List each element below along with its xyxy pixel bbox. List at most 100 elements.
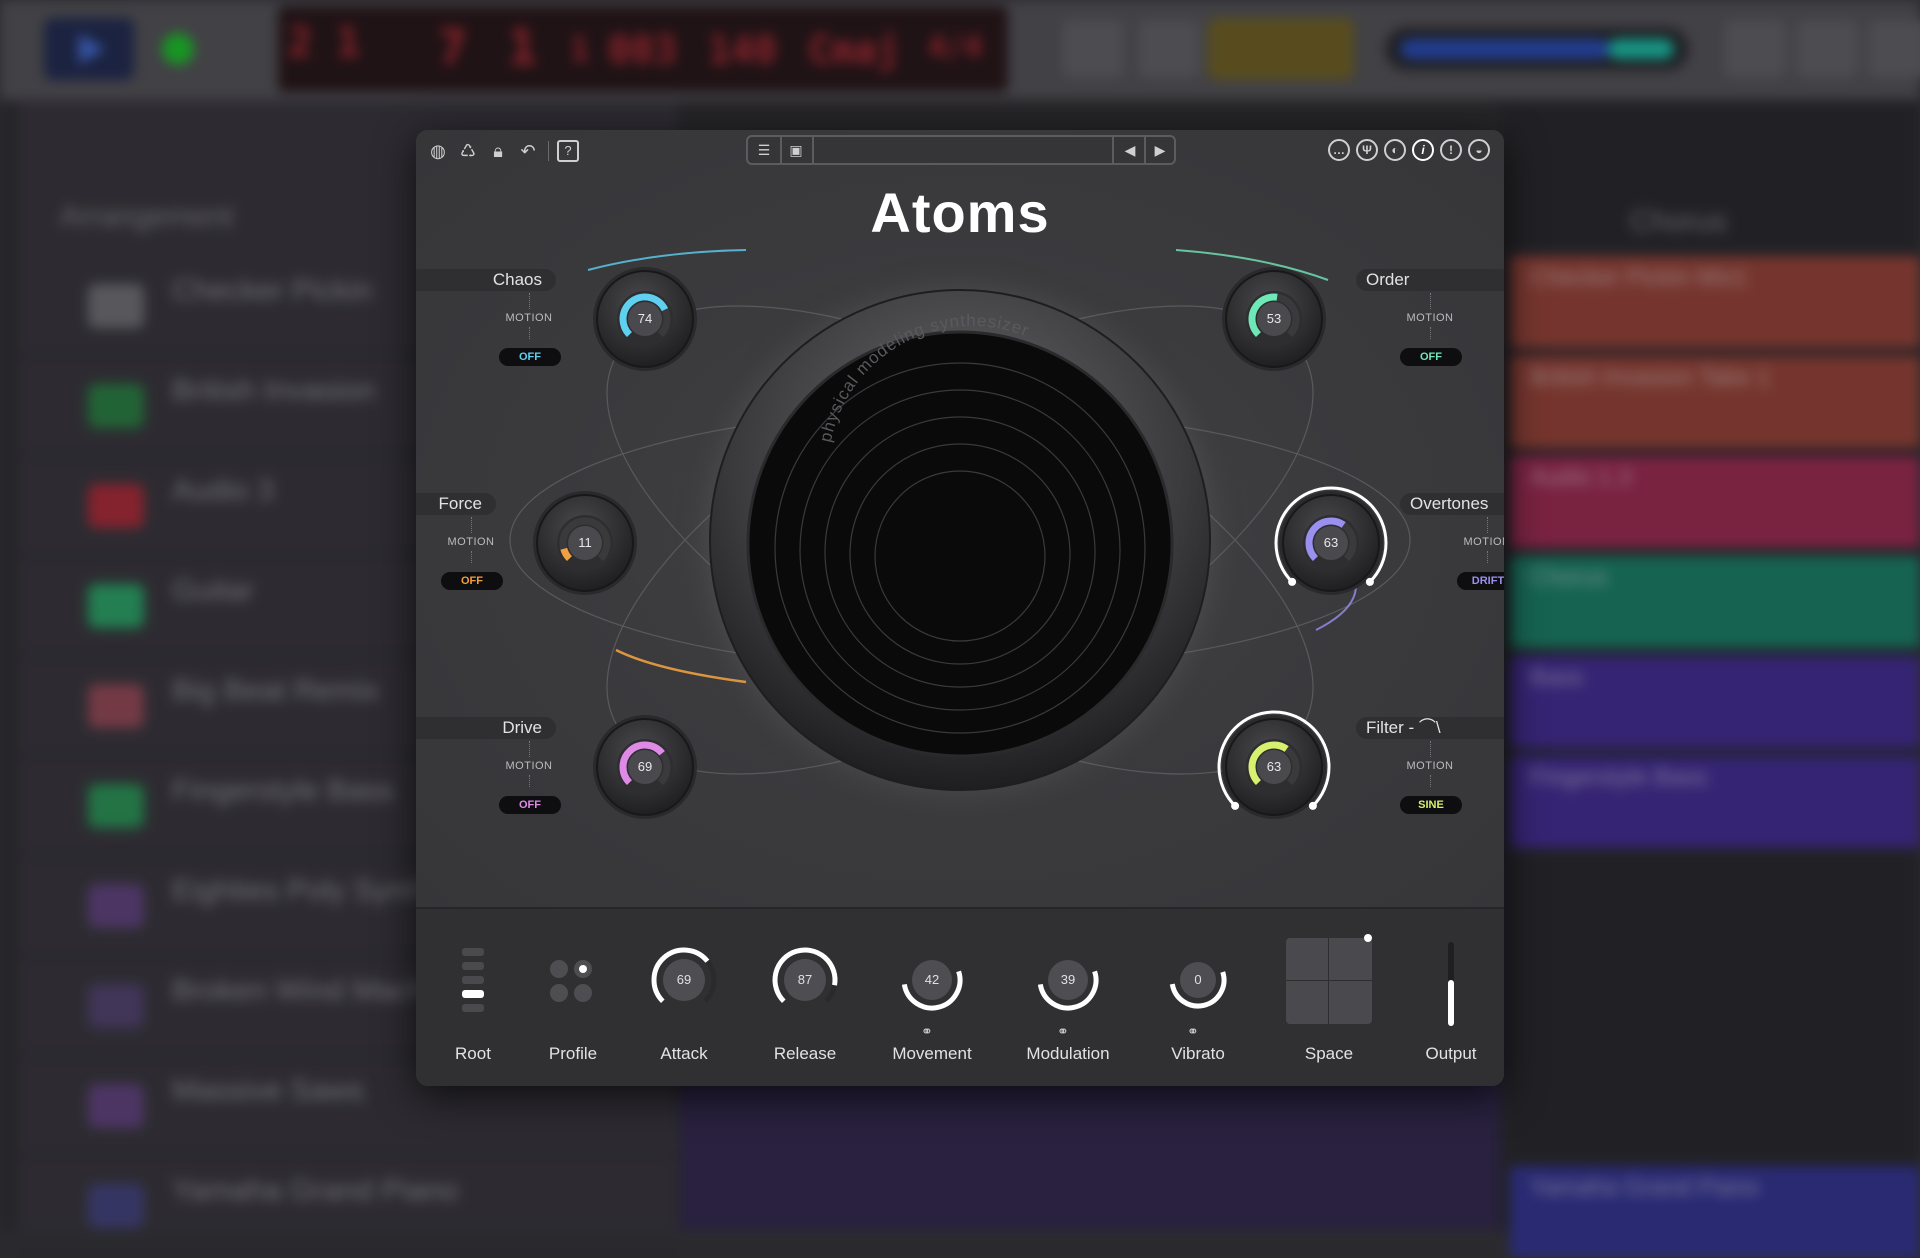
- movement-link-icon[interactable]: ⚭: [921, 1023, 933, 1040]
- overtones-motion-mode[interactable]: DRIFT: [1457, 572, 1504, 590]
- attack-value: 69: [676, 972, 692, 987]
- release-knob[interactable]: 87: [765, 940, 845, 1020]
- modulation-link-icon[interactable]: ⚭: [1057, 1023, 1069, 1040]
- order-motion-label: MOTION: [1406, 312, 1454, 324]
- overtones-motion-label: MOTION: [1463, 536, 1505, 548]
- chaos-value: 74: [637, 311, 653, 326]
- sphere-core: [746, 330, 1174, 758]
- filter-value: 63: [1266, 759, 1282, 774]
- atoms-plugin-window: ◍ ♺ 🔒︎ ↶ ? ☰ ▣ ◀ ▶ … Ψ ◐ i ! ◒ Atoms phy…: [416, 130, 1504, 1086]
- track-name: Massive Saws: [172, 1074, 364, 1107]
- vibrato-value: 0: [1194, 972, 1202, 987]
- region-clip[interactable]: Bass: [1510, 656, 1920, 748]
- modulation-knob[interactable]: 39: [1028, 940, 1108, 1020]
- modulation-label: Modulation: [1026, 1044, 1110, 1063]
- overtones-knob[interactable]: 63: [1271, 483, 1391, 603]
- clip-name: Checker Pickin Mix1: [1530, 264, 1748, 291]
- track-icon: [88, 284, 144, 328]
- count-in-button[interactable]: [1208, 18, 1354, 80]
- release-label: Release: [773, 1044, 837, 1063]
- toolbar-button[interactable]: [1062, 20, 1124, 78]
- drive-motion-mode[interactable]: OFF: [499, 796, 561, 814]
- drive-motion-label: MOTION: [505, 760, 553, 772]
- track-icon: [88, 1184, 144, 1228]
- divider: [529, 775, 531, 787]
- track-icon: [88, 384, 144, 428]
- clip-name: Chorus: [1530, 564, 1608, 591]
- daw-toolbar: 2 1 7 1 1 003 140 Cmaj 4/4: [0, 0, 1920, 100]
- force-value: 11: [578, 535, 592, 550]
- movement-value: 42: [924, 972, 940, 987]
- lcd-sub: 1: [570, 30, 590, 68]
- divider: [1487, 517, 1489, 533]
- track-name: British Invasion: [172, 374, 376, 407]
- overtones-label: Overtones: [1400, 493, 1504, 515]
- profile-selector[interactable]: [550, 960, 596, 1006]
- root-selector[interactable]: [462, 948, 484, 1018]
- region-clip[interactable]: Chorus: [1510, 556, 1920, 648]
- track-icon: [88, 684, 144, 728]
- track-icon: [88, 984, 144, 1028]
- track-icon: [88, 1084, 144, 1128]
- divider: [1487, 551, 1489, 563]
- lcd-position: 2 1: [288, 20, 361, 66]
- order-label: Order: [1356, 269, 1504, 291]
- drive-label: Drive: [416, 717, 556, 739]
- master-volume[interactable]: [1386, 28, 1688, 70]
- toolbar-button[interactable]: [1138, 20, 1200, 78]
- chaos-motion-label: MOTION: [505, 312, 553, 324]
- space-xy-pad[interactable]: [1286, 934, 1372, 1024]
- chaos-motion-mode[interactable]: OFF: [499, 348, 561, 366]
- lcd-key: Cmaj: [808, 28, 900, 72]
- force-knob[interactable]: 11: [525, 483, 645, 603]
- movement-knob[interactable]: 42: [892, 940, 972, 1020]
- lcd-beat: 7: [438, 20, 467, 76]
- vibrato-label: Vibrato: [1171, 1044, 1225, 1063]
- vibrato-knob[interactable]: 0: [1158, 940, 1238, 1020]
- track-name: Big Beat Remix: [172, 674, 379, 707]
- filter-label[interactable]: Filter - ⌒\: [1356, 717, 1504, 739]
- region-clip[interactable]: Checker Pickin Mix1: [1510, 256, 1920, 348]
- toolbar-button[interactable]: [1724, 20, 1786, 78]
- divider: [471, 551, 473, 563]
- region-clip[interactable]: British Invasion Take 1: [1510, 356, 1920, 448]
- drive-knob[interactable]: 69: [585, 707, 705, 827]
- toolbar-button[interactable]: [1868, 20, 1920, 78]
- region-clip[interactable]: Fingerstyle Bass: [1510, 756, 1920, 848]
- vibrato-link-icon[interactable]: ⚭: [1187, 1023, 1199, 1040]
- main-panel: ◍ ♺ 🔒︎ ↶ ? ☰ ▣ ◀ ▶ … Ψ ◐ i ! ◒ Atoms phy…: [416, 130, 1504, 907]
- play-button[interactable]: [44, 18, 134, 80]
- record-indicator[interactable]: [162, 33, 194, 65]
- order-knob[interactable]: 53: [1214, 259, 1334, 379]
- lcd-div: 1: [508, 20, 537, 76]
- track-name: Eighties Poly Synth: [172, 874, 431, 907]
- release-value: 87: [797, 972, 813, 987]
- track-name: Yamaha Grand Piano: [172, 1174, 459, 1207]
- clip-name: Audio 1.3: [1530, 464, 1632, 491]
- track-name: Guitar: [172, 574, 254, 607]
- attack-label: Attack: [660, 1044, 708, 1063]
- space-handle[interactable]: [1364, 934, 1372, 942]
- divider: [529, 741, 531, 757]
- region-clip[interactable]: Audio 1.3: [1510, 456, 1920, 548]
- track-row[interactable]: Yamaha Grand Piano: [18, 1156, 678, 1256]
- chaos-label: Chaos: [416, 269, 556, 291]
- divider: [1430, 741, 1432, 757]
- order-motion-mode[interactable]: OFF: [1400, 348, 1462, 366]
- filter-motion-label: MOTION: [1406, 760, 1454, 772]
- force-motion-mode[interactable]: OFF: [441, 572, 503, 590]
- filter-knob[interactable]: 63: [1214, 707, 1334, 827]
- toolbar-button[interactable]: [1796, 20, 1858, 78]
- chaos-knob[interactable]: 74: [585, 259, 705, 379]
- region-clip[interactable]: Yamaha Grand Piano: [1510, 1166, 1920, 1258]
- clip-name: British Invasion Take 1: [1530, 364, 1770, 391]
- clip-name: Fingerstyle Bass: [1530, 764, 1708, 791]
- order-value: 53: [1266, 311, 1282, 326]
- track-icon: [88, 884, 144, 928]
- filter-motion-mode[interactable]: SINE: [1400, 796, 1462, 814]
- attack-knob[interactable]: 69: [644, 940, 724, 1020]
- output-fader[interactable]: [1448, 942, 1454, 1026]
- force-label: Force: [416, 493, 496, 515]
- arrangement-title: Arrangement: [60, 200, 234, 233]
- clip-name: Bass: [1530, 664, 1584, 691]
